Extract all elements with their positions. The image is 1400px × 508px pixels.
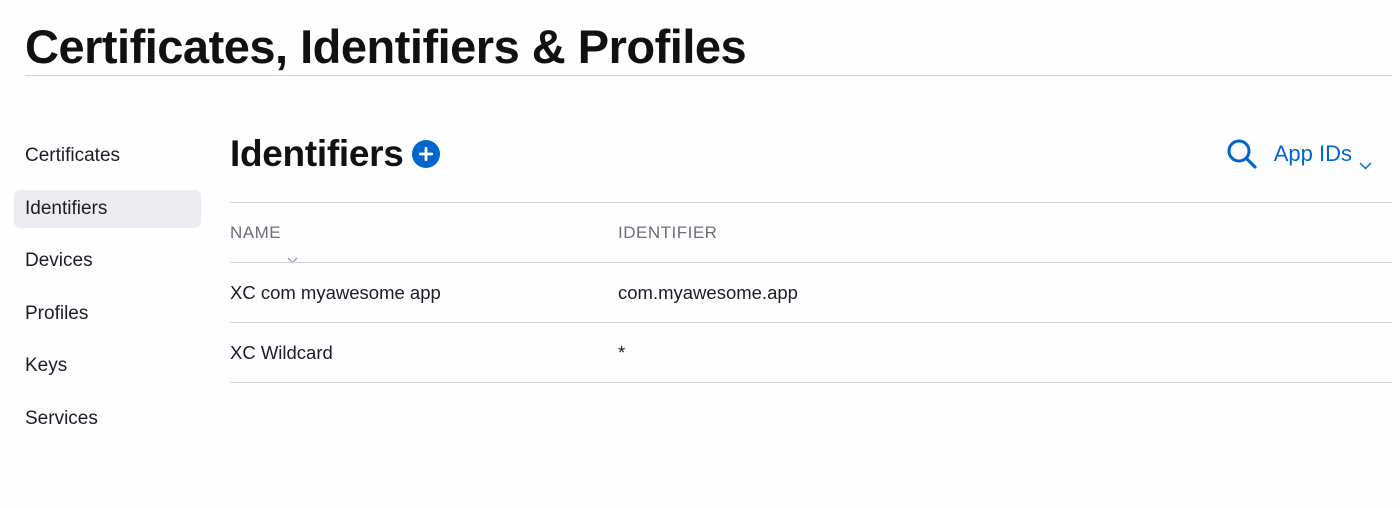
- app-ids-filter-dropdown[interactable]: App IDs: [1273, 141, 1372, 170]
- table-header-row: NAME IDENTIFIER: [230, 202, 1392, 264]
- sidebar-item-profiles[interactable]: Profiles: [14, 295, 201, 333]
- table-row[interactable]: XC com myawesome app com.myawesome.app: [230, 262, 1392, 322]
- chevron-down-icon: [1359, 150, 1372, 170]
- sidebar-item-keys[interactable]: Keys: [14, 347, 201, 385]
- section-title: Identifiers: [230, 133, 404, 174]
- chevron-down-icon: [287, 229, 298, 264]
- identifier-column-header: IDENTIFIER: [618, 223, 718, 242]
- table-row[interactable]: XC Wildcard *: [230, 322, 1392, 383]
- toolbar: App IDs: [1226, 134, 1372, 174]
- name-column-label: NAME: [230, 223, 282, 242]
- section-header: Identifiers: [230, 128, 440, 180]
- page-title: Certificates, Identifiers & Profiles: [25, 20, 747, 73]
- sidebar-item-identifiers[interactable]: Identifiers: [14, 189, 201, 228]
- sidebar-item-services[interactable]: Services: [14, 400, 201, 438]
- row-identifier: *: [618, 342, 626, 363]
- name-column-header[interactable]: NAME: [230, 203, 298, 264]
- identifiers-table: NAME IDENTIFIER XC com myawesome app com…: [230, 202, 1392, 383]
- row-identifier: com.myawesome.app: [618, 282, 798, 303]
- plus-circle-icon[interactable]: [411, 140, 440, 168]
- row-name: XC Wildcard: [230, 342, 333, 363]
- sidebar-item-devices[interactable]: Devices: [14, 242, 201, 280]
- title-divider: [25, 75, 1392, 76]
- magnifier-icon[interactable]: [1226, 138, 1258, 170]
- row-name: XC com myawesome app: [230, 282, 441, 303]
- page: Certificates, Identifiers & Profiles Cer…: [0, 0, 1400, 508]
- sidebar: Certificates Identifiers Devices Profile…: [14, 137, 201, 452]
- sidebar-item-certificates[interactable]: Certificates: [14, 137, 201, 175]
- filter-label: App IDs: [1273, 141, 1352, 166]
